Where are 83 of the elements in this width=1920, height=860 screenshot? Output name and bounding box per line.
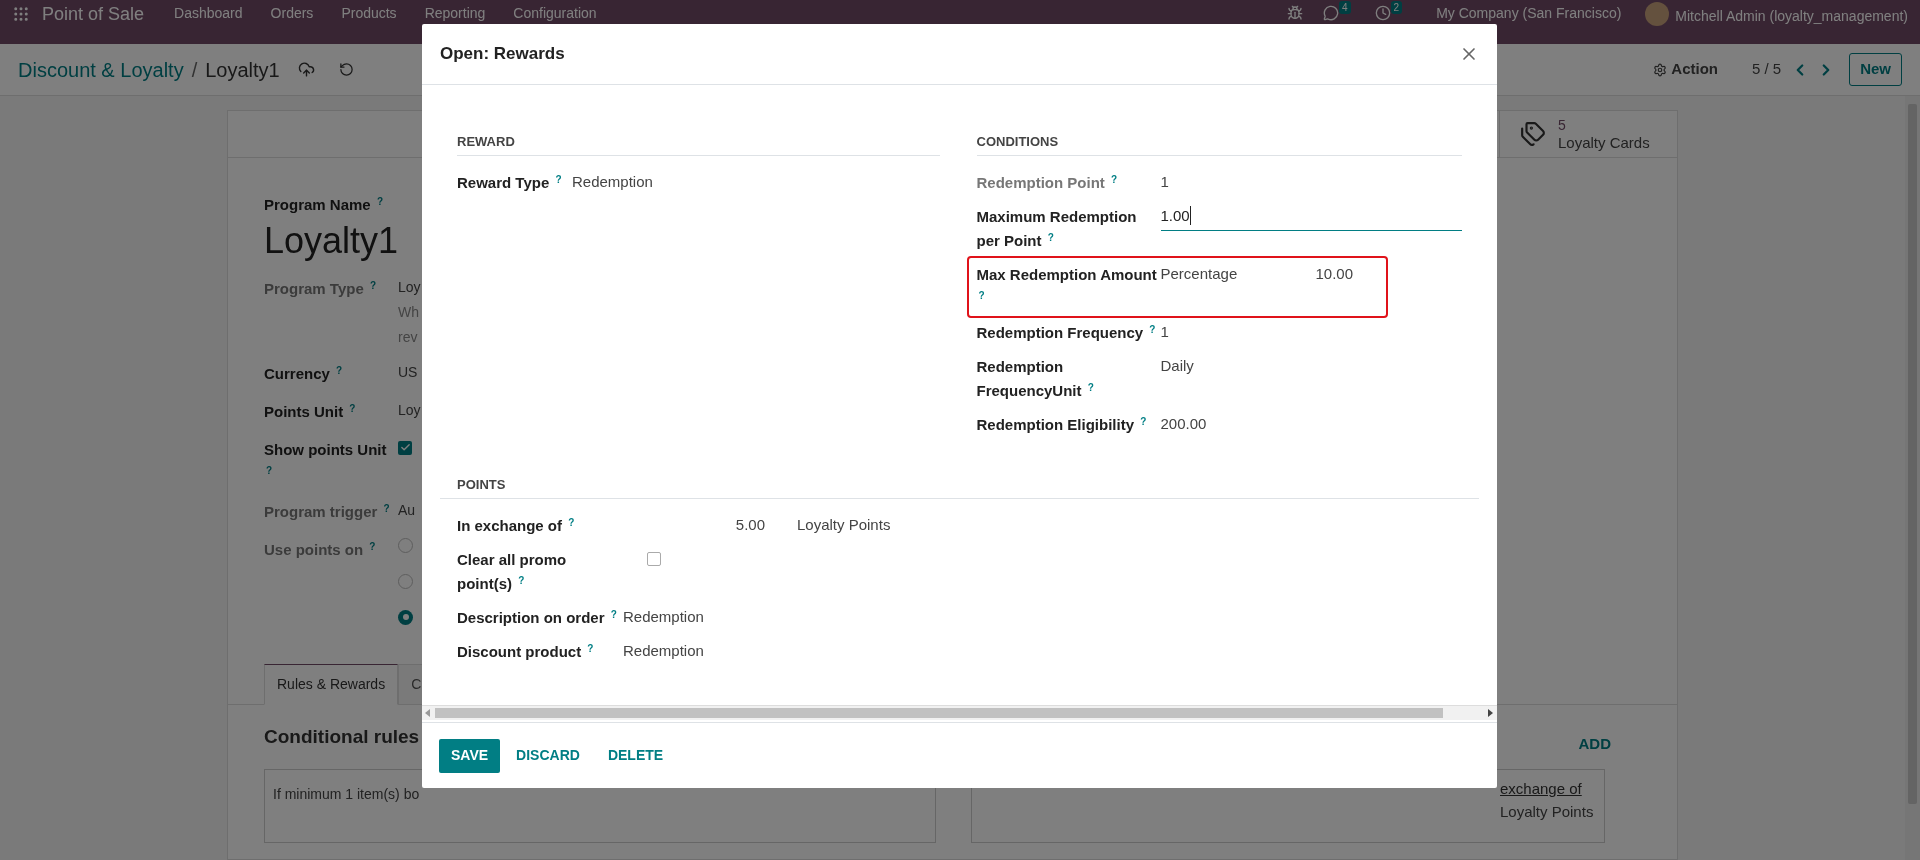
radio-button[interactable] [398,573,413,589]
field-value: Loy [398,400,421,420]
gear-icon [1653,62,1668,77]
field-value: 1 [1160,172,1169,192]
add-link[interactable]: ADD [1578,732,1611,755]
program-name: Loyalty1 [264,218,399,263]
input-field[interactable]: 1.00 [1160,205,1462,231]
field-value: Loy [398,277,421,297]
user-menu[interactable]: Mitchell Admin (loyalty_management) [1675,7,1908,24]
amount-value: 5.00 [734,515,765,535]
breadcrumb-link[interactable]: Discount & Loyalty [18,54,184,85]
count-badge: 4 [1339,1,1351,14]
section-heading: REWARD [457,134,515,149]
save-button[interactable]: SAVE [439,738,501,773]
rule-text: If minimum 1 item(s) bo [273,786,420,802]
field-label: Redemption FrequencyUnit $^{?}$ [976,358,1094,399]
horizontal-scrollbar[interactable] [422,705,1497,720]
avatar[interactable] [1645,2,1670,26]
apps-menu-icon[interactable] [12,5,30,23]
bug-icon[interactable] [1287,5,1304,21]
field-label: Program trigger $^{?}$ [264,502,390,520]
menu-item[interactable]: Dashboard [162,5,255,21]
undo-icon[interactable] [338,62,354,77]
breadcrumb-current: Loyalty1 [205,57,280,83]
field-label: Redemption Point $^{?}$ [976,174,1118,191]
field-value: Redemption [623,641,704,661]
field-label: Discount product $^{?}$ [457,643,594,660]
dialog-title: Open: Rewards [440,43,565,66]
field-value: Au [398,500,416,520]
field-label: Reward Type $^{?}$ [457,174,562,191]
field-label: Program Type $^{?}$ [264,279,377,297]
field-value: Daily [1160,356,1194,376]
tags-icon [1520,121,1546,147]
checkbox[interactable] [647,552,661,566]
field-value: 1 [1160,322,1169,342]
field-label: Points Unit $^{?}$ [264,402,356,420]
company-switcher[interactable]: My Company (San Francisco) [1436,5,1622,21]
pager: 5 / 5 [1751,59,1782,80]
field-label: Clear all promo point(s) $^{?}$ [457,551,567,592]
field-label: Maximum Redemption per Point $^{?}$ [976,208,1137,249]
field-value: 200.00 [1160,414,1207,434]
field-value: Percentage [1160,264,1239,284]
field-label: Description on order $^{?}$ [457,609,617,626]
field-label: Use points on $^{?}$ [264,540,376,558]
field-note: rev [398,327,419,347]
unit-value: Loyalty Points [797,515,891,535]
radio-button[interactable] [398,609,413,625]
field-label: In exchange of $^{?}$ [457,517,575,534]
clock-icon[interactable] [1374,5,1391,21]
radio-button[interactable] [398,537,413,553]
field-label: Redemption Eligibility $^{?}$ [976,416,1147,433]
app-name[interactable]: Point of Sale [42,5,145,23]
field-label: Redemption Frequency $^{?}$ [976,324,1156,341]
checkbox[interactable] [398,440,412,455]
save-icon[interactable] [297,61,315,78]
messages-icon[interactable] [1323,5,1340,21]
page-scrollbar[interactable] [1905,96,1920,860]
field-label: Program Name $^{?}$ [264,195,383,215]
field-value: US [398,362,418,382]
scroll-left-icon[interactable] [425,709,431,717]
section-title: Conditional rules [264,724,421,749]
field-note: Wh [398,302,420,322]
count-badge: 2 [1390,1,1403,14]
action-button[interactable]: Action [1653,58,1718,81]
scroll-right-icon[interactable] [1488,709,1494,717]
menu-item[interactable]: Products [329,5,409,21]
menu-item[interactable]: Reporting [412,5,498,21]
reward-text: Loyalty Points [1500,801,1595,822]
section-heading: CONDITIONS [976,134,1059,149]
field-value: Redemption [623,607,704,627]
menu-item[interactable]: Configuration [501,5,609,21]
breadcrumb-separator: / [191,57,198,83]
form-tab[interactable]: Rules & Rewards [264,663,399,705]
section-heading: POINTS [457,477,506,492]
card-label: Loyalty Cards [1558,134,1650,151]
field-value: 10.00 [1315,264,1354,284]
field-label: Currency $^{?}$ [264,364,343,382]
menu-item[interactable]: Orders [258,5,326,21]
loyalty-cards-button[interactable]: 5 Loyalty Cards [1499,111,1677,157]
new-button[interactable]: New [1849,53,1902,86]
card-count: 5 [1558,117,1567,134]
field-value: Redemption [572,172,653,192]
reward-link[interactable]: exchange of [1500,778,1604,801]
